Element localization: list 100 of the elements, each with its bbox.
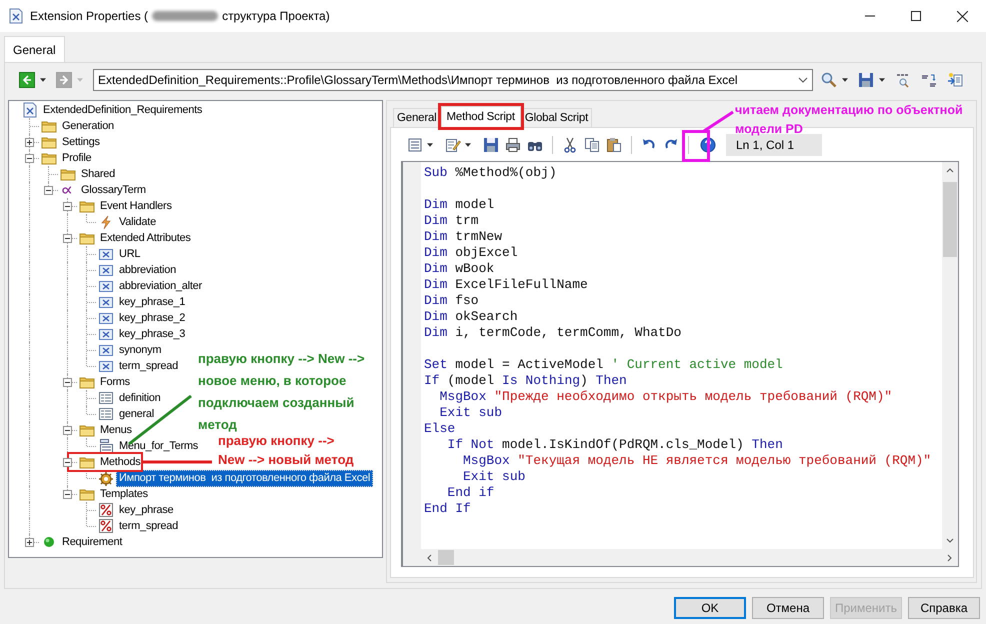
tree-item[interactable]: key_phrase_3 — [116, 326, 188, 342]
tree-item[interactable]: URL — [116, 246, 144, 262]
tree-item[interactable]: term_spread — [116, 518, 182, 534]
tree-item[interactable]: key_phrase — [116, 502, 176, 518]
dropdown-caret-icon[interactable] — [427, 143, 433, 147]
code-line: MsgBox "Прежде необходимо открыть модель требований (RQM)" — [438, 389, 894, 405]
tree-item[interactable]: definition — [116, 390, 164, 406]
plus-icon — [25, 138, 34, 147]
dialog-button[interactable]: OK — [674, 597, 746, 619]
dialog-button[interactable]: Отмена — [752, 597, 824, 619]
tree-item[interactable]: synonym — [116, 342, 164, 358]
horizontal-scrollbar[interactable] — [421, 549, 958, 566]
code-line: MsgBox "Текущая модель НЕ является моделью требований (RQM)" — [462, 453, 932, 469]
replace-icon[interactable] — [921, 72, 937, 88]
tree-item[interactable]: general — [116, 406, 157, 422]
code-line: If Not model.IsKindOf(PdRQM.cls_Model) Then — [446, 437, 784, 453]
save-icon[interactable] — [483, 137, 499, 153]
tree-item[interactable]: ExtendedDefinition_Requirements — [40, 102, 206, 118]
tree-item[interactable]: Forms — [97, 374, 133, 390]
tree-item[interactable]: Templates — [97, 486, 151, 502]
code-line: Exit sub — [462, 469, 526, 485]
scroll-left-icon[interactable] — [427, 554, 432, 562]
tree-item[interactable]: Extended Attributes — [97, 230, 194, 246]
scroll-up-icon[interactable] — [946, 168, 954, 173]
tree-item[interactable]: key_phrase_2 — [116, 310, 188, 326]
document-icon — [8, 8, 24, 24]
leader-line — [143, 460, 212, 464]
collapse-toggle[interactable] — [63, 378, 72, 387]
dropdown-caret-icon[interactable] — [842, 78, 848, 82]
code-line: End If — [424, 501, 472, 517]
save-icon[interactable] — [858, 72, 874, 88]
tree-item[interactable]: Event Handlers — [97, 198, 175, 214]
scroll-right-icon[interactable] — [947, 554, 952, 562]
copy-icon[interactable] — [584, 137, 600, 153]
code-line: Dim trm — [424, 213, 480, 229]
help-icon[interactable] — [700, 137, 716, 153]
dialog-button[interactable]: Справка — [908, 597, 980, 619]
collapse-toggle[interactable] — [25, 154, 34, 163]
collapse-toggle[interactable] — [63, 202, 72, 211]
code-line: Dim model — [424, 197, 496, 213]
window-title: Extension Properties ( — [30, 9, 148, 23]
code-line: Dim wBook — [424, 261, 496, 277]
scrollbar-thumb[interactable] — [943, 182, 957, 257]
tab[interactable]: General — [393, 108, 441, 127]
spell-check-icon[interactable] — [895, 72, 911, 88]
right-arrow-icon — [57, 72, 71, 86]
search-icon[interactable] — [821, 72, 837, 88]
collapse-toggle[interactable] — [63, 490, 72, 499]
scrollbar-thumb[interactable] — [438, 550, 454, 565]
collapse-toggle[interactable] — [63, 426, 72, 435]
gear-icon — [98, 470, 114, 486]
attribute-icon — [98, 326, 114, 342]
tree-item[interactable]: key_phrase_1 — [116, 294, 188, 310]
tree-item[interactable]: Generation — [59, 118, 117, 134]
expand-toggle[interactable] — [25, 138, 34, 147]
import-icon[interactable] — [947, 72, 963, 88]
expand-toggle[interactable] — [25, 538, 34, 547]
tree-item[interactable]: Requirement — [59, 534, 126, 550]
code-line: Dim trmNew — [424, 229, 504, 245]
tree-item[interactable]: Menus — [97, 422, 135, 438]
scroll-down-icon[interactable] — [946, 538, 954, 543]
path-combo-box[interactable]: ExtendedDefinition_Requirements::Profile\GlossaryTerm\Methods\Импорт терминов из подготовленного файла Excel — [93, 68, 813, 90]
dropdown-caret-icon[interactable] — [40, 78, 46, 82]
attribute-icon — [98, 342, 114, 358]
form-icon — [98, 406, 114, 422]
tree-item[interactable]: Shared — [78, 166, 118, 182]
collapse-toggle[interactable] — [44, 186, 53, 195]
dropdown-caret-icon[interactable] — [879, 78, 885, 82]
paste-icon[interactable] — [606, 137, 622, 153]
tab[interactable]: Method Script — [440, 106, 521, 127]
back-button[interactable] — [19, 72, 35, 88]
cut-icon[interactable] — [562, 137, 578, 153]
tab[interactable]: General — [4, 36, 65, 62]
attribute-icon — [98, 246, 114, 262]
tree-item[interactable]: abbreviation — [116, 262, 179, 278]
code-line: If (model Is Nothing) Then — [424, 373, 628, 389]
leader-line — [703, 110, 734, 132]
tree-item[interactable]: Profile — [59, 150, 94, 166]
maximize-icon[interactable] — [911, 11, 921, 21]
tree-item[interactable]: Импорт терминов из подготовленного файла Excel — [116, 470, 374, 486]
collapse-toggle[interactable] — [63, 234, 72, 243]
code-line: Dim i, termCode, termComm, WhatDo — [424, 325, 682, 341]
code-line: Set model = ActiveModel ' Current active model — [424, 357, 784, 373]
annotation-note: правую кнопку --> New --> новое меню, в которое подключаем созданный метод — [198, 350, 365, 434]
vertical-scrollbar[interactable] — [942, 162, 958, 549]
left-arrow-icon — [20, 72, 34, 86]
edit-icon[interactable] — [445, 137, 461, 153]
list-icon[interactable] — [407, 137, 423, 153]
tree-item[interactable]: Validate — [116, 214, 159, 230]
tree-item[interactable]: Settings — [59, 134, 103, 150]
tree-item[interactable]: GlossaryTerm — [78, 182, 149, 198]
close-icon[interactable] — [957, 10, 968, 22]
collapse-toggle[interactable] — [63, 458, 72, 467]
dropdown-caret-icon[interactable] — [465, 143, 471, 147]
print-icon[interactable] — [505, 137, 521, 153]
tree-item[interactable]: Menu_for_Terms — [116, 438, 202, 454]
tree-item[interactable]: abbreviation_alter — [116, 278, 205, 294]
tree-item[interactable]: term_spread — [116, 358, 182, 374]
attribute-icon — [98, 278, 114, 294]
code-line: Dim fso — [424, 293, 480, 309]
